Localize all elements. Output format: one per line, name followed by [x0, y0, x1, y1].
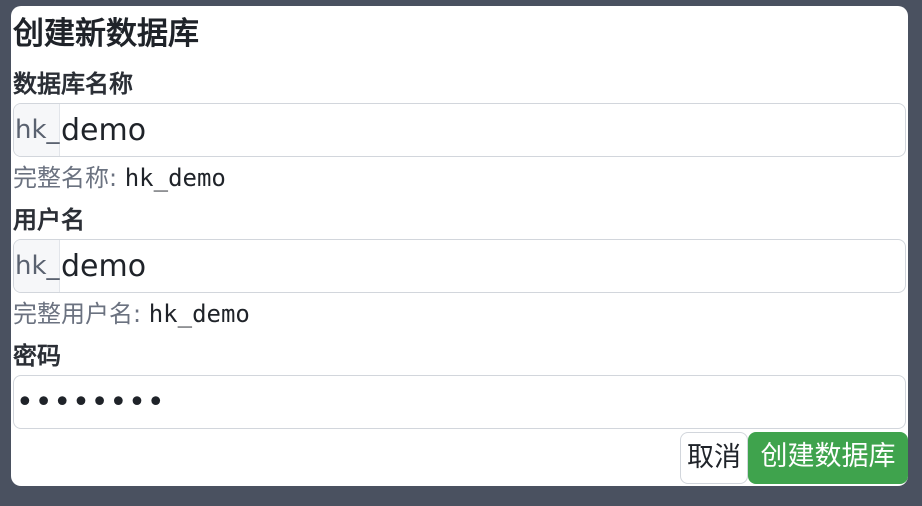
- cancel-button[interactable]: 取消: [680, 432, 748, 484]
- password-input[interactable]: ••••••••: [14, 376, 905, 428]
- full-username-label: 完整用户名:: [13, 300, 142, 328]
- db-full-name-label: 完整名称:: [13, 164, 118, 192]
- create-database-button[interactable]: 创建数据库: [748, 432, 908, 484]
- create-database-dialog: 创建新数据库 数据库名称 hk_ demo 完整名称: hk_demo 用户名 …: [11, 6, 908, 486]
- db-name-label: 数据库名称: [13, 70, 133, 98]
- username-field[interactable]: hk_ demo: [13, 239, 906, 293]
- full-username-value: hk_demo: [148, 300, 250, 328]
- full-username-hint: 完整用户名: hk_demo: [13, 298, 250, 330]
- db-full-name-hint: 完整名称: hk_demo: [13, 162, 226, 194]
- password-label: 密码: [13, 342, 61, 370]
- db-name-input[interactable]: demo: [60, 104, 905, 156]
- username-label: 用户名: [13, 206, 85, 234]
- db-full-name-value: hk_demo: [124, 164, 226, 192]
- username-prefix: hk_: [14, 240, 60, 292]
- username-input[interactable]: demo: [60, 240, 905, 292]
- db-name-field[interactable]: hk_ demo: [13, 103, 906, 157]
- password-field[interactable]: ••••••••: [13, 375, 906, 429]
- db-name-prefix: hk_: [14, 104, 60, 156]
- dialog-title: 创建新数据库: [13, 16, 199, 52]
